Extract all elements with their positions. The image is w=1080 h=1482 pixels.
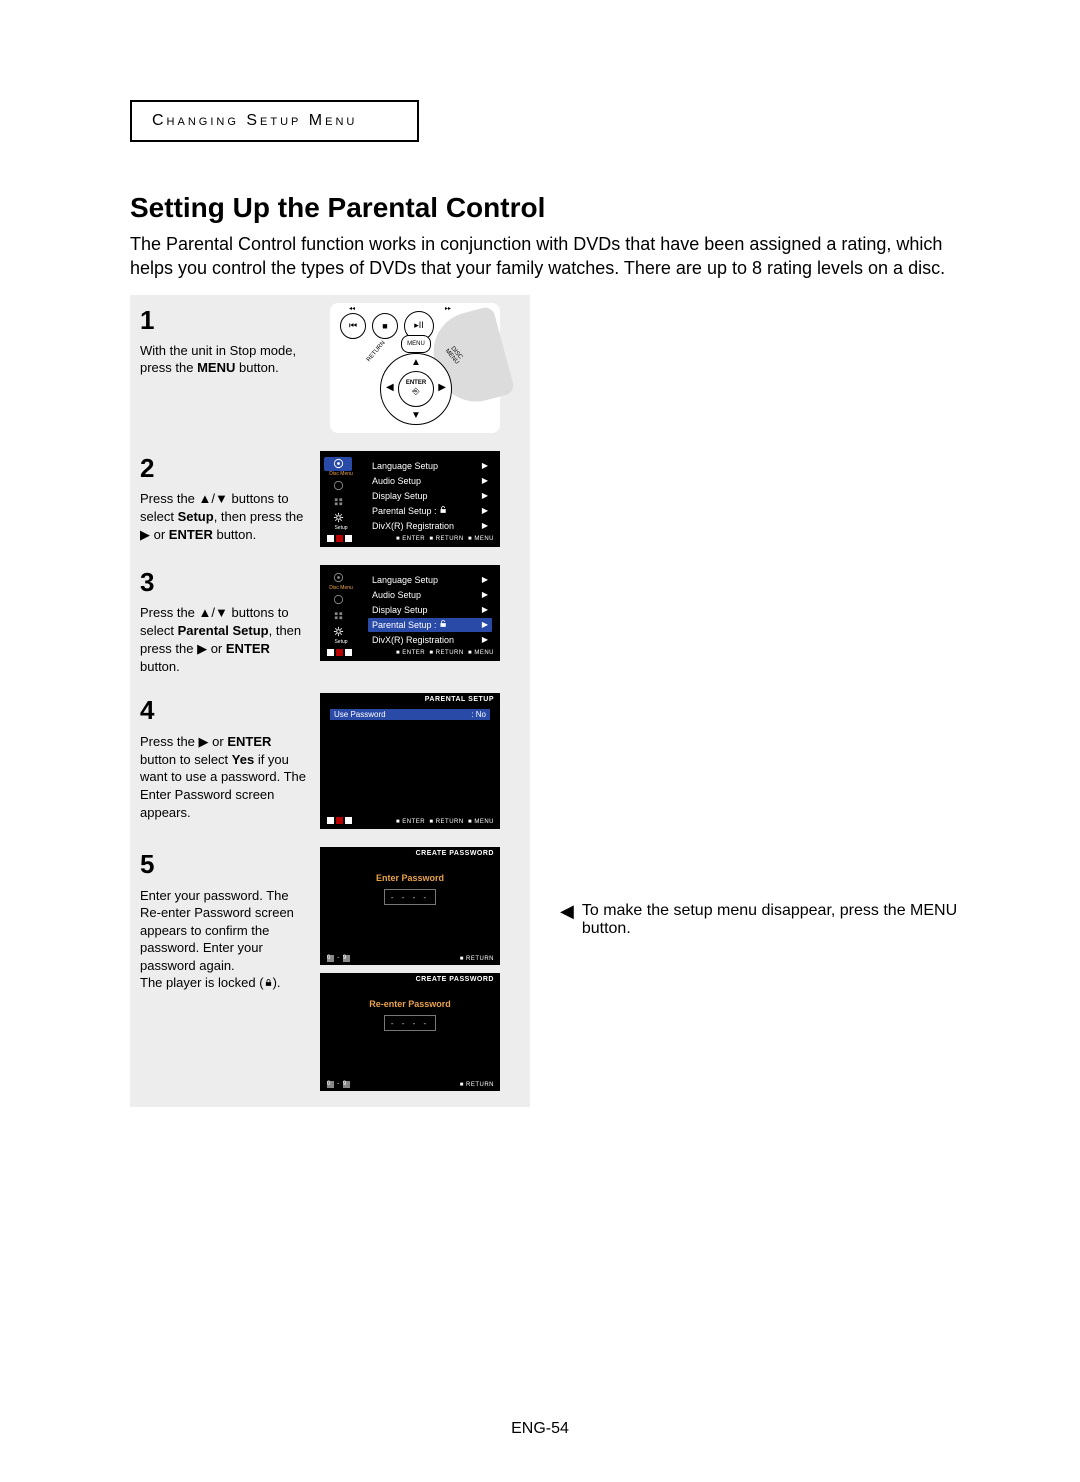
remote-enter-button: ENTER ⎆	[398, 371, 434, 407]
step-3-number: 3	[140, 565, 310, 600]
return-label: RETURN	[366, 340, 386, 362]
prev-glyph-label: ◂◂	[340, 305, 364, 312]
title-menu-icon	[324, 479, 352, 493]
function-icon	[324, 495, 352, 509]
dpad-right-icon: ▶	[438, 382, 446, 393]
step-2: 2 Press the ▲/▼ buttons to select Setup,…	[140, 451, 520, 547]
right-icon: ▶	[197, 640, 207, 658]
step-4-number: 4	[140, 693, 310, 728]
disc-menu-icon	[324, 457, 352, 471]
enter-icon: ⎆	[412, 386, 419, 397]
page-number: ENG-54	[0, 1420, 1080, 1438]
create-password-title: CREATE PASSWORD	[416, 850, 494, 857]
password-dots: - - - -	[384, 889, 436, 905]
step-3: 3 Press the ▲/▼ buttons to select Parent…	[140, 565, 520, 676]
osd-menu-step2: Disc Menu Setup Language Setup▶ Audio Se…	[320, 451, 500, 547]
step-1: 1 With the unit in Stop mode, press the …	[140, 303, 520, 433]
right-icon: ▶	[140, 526, 150, 544]
lock-open-icon	[439, 505, 448, 514]
page-title: Setting Up the Parental Control	[130, 192, 990, 224]
right-icon: ▶	[199, 733, 209, 751]
dpad-left-icon: ◀	[386, 382, 394, 393]
tip-text: To make the setup menu disappear, press …	[582, 902, 990, 938]
reenter-password-label: Re-enter Password	[328, 999, 492, 1009]
osd-menu-step3: Disc Menu Setup Language Setup▶ Audio Se…	[320, 565, 500, 661]
osd-enter-password: CREATE PASSWORD Enter Password - - - - 0…	[320, 847, 500, 965]
tip-note: ◀ To make the setup menu disappear, pres…	[560, 902, 990, 938]
osd-parental-setup: PARENTAL SETUP Use Password : No ■ ENTER…	[320, 693, 500, 829]
parental-setup-highlighted: Parental Setup : ▶	[368, 618, 492, 632]
tip-arrow-icon: ◀	[560, 902, 574, 920]
enter-password-label: Enter Password	[328, 873, 492, 883]
lock-icon	[264, 974, 273, 983]
step-4: 4 Press the ▶ or ENTER button to select …	[140, 693, 520, 829]
gear-icon	[324, 625, 352, 639]
step-5: 5 Enter your password. The Re-enter Pass…	[140, 847, 520, 1091]
section-header: Changing Setup Menu	[130, 100, 419, 142]
remote-stop-button: ■	[372, 313, 398, 339]
up-down-icon: ▲/▼	[199, 490, 228, 508]
step-1-number: 1	[140, 303, 310, 338]
osd-reenter-password: CREATE PASSWORD Re-enter Password - - - …	[320, 973, 500, 1091]
parental-setup-title: PARENTAL SETUP	[425, 696, 494, 703]
step-1-post: button.	[235, 360, 278, 375]
remote-dpad: ▲ ▼ ◀ ▶ ENTER ⎆	[380, 353, 452, 425]
function-icon	[324, 609, 352, 623]
gear-icon	[324, 511, 352, 525]
lock-open-icon	[439, 619, 448, 628]
disc-menu-icon	[324, 571, 352, 585]
next-glyph-label: ▸▸	[436, 305, 460, 312]
up-down-icon: ▲/▼	[199, 604, 228, 622]
step-1-bold: MENU	[197, 360, 235, 375]
dpad-down-icon: ▼	[411, 410, 421, 421]
step-5-number: 5	[140, 847, 310, 882]
section-header-text: Changing Setup Menu	[152, 112, 357, 129]
remote-prev-button: ⏮	[340, 313, 366, 339]
dpad-up-icon: ▲	[411, 357, 421, 368]
title-menu-icon	[324, 593, 352, 607]
step-2-number: 2	[140, 451, 310, 486]
remote-illustration: ◂◂ ⏮ ■ ▸II ▸▸ MENU RETURN DISC MENU ▲ ▼ …	[330, 303, 500, 433]
create-password-title-2: CREATE PASSWORD	[416, 976, 494, 983]
step-2-pre: Press the	[140, 491, 199, 506]
password-dots-2: - - - -	[384, 1015, 436, 1031]
intro-paragraph: The Parental Control function works in c…	[130, 232, 960, 281]
steps-panel: 1 With the unit in Stop mode, press the …	[130, 295, 530, 1108]
remote-menu-button: MENU	[401, 335, 431, 353]
